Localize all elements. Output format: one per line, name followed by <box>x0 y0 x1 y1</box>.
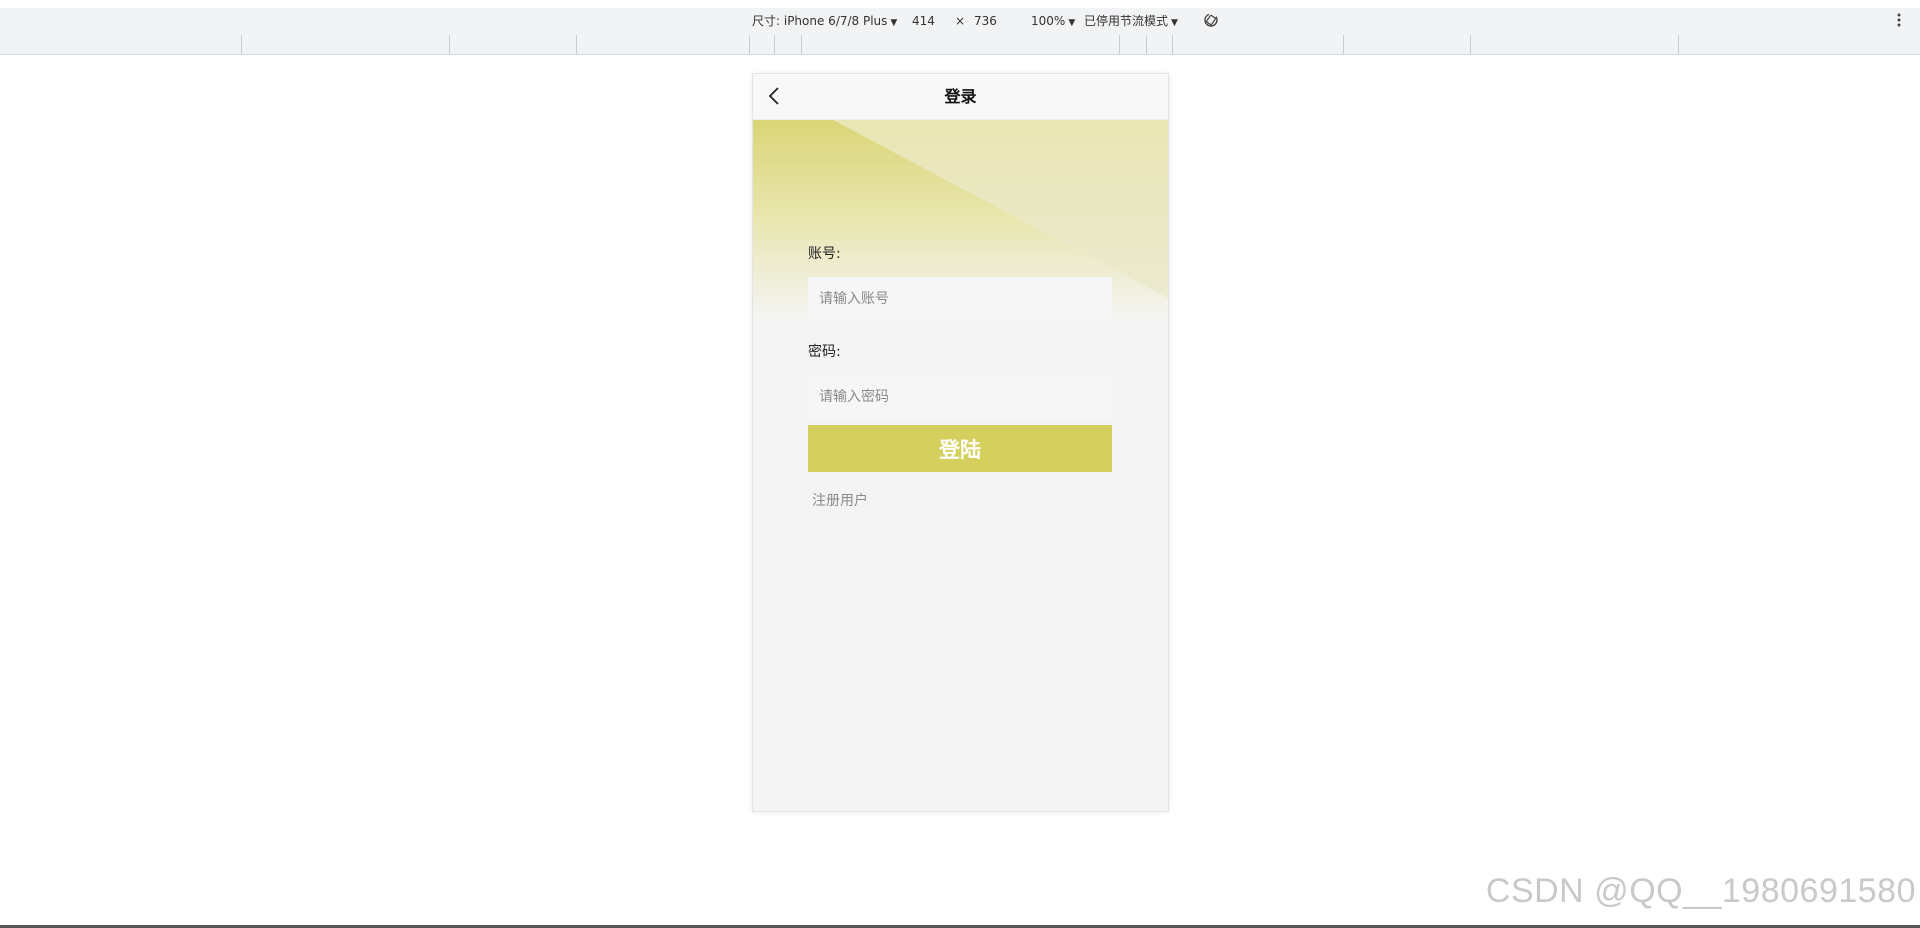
throttle-select[interactable]: 已停用节流模式 ▼ <box>1084 13 1178 31</box>
device-label: 尺寸: iPhone 6/7/8 Plus <box>752 14 888 28</box>
more-vertical-icon[interactable] <box>1896 11 1902 33</box>
caret-down-icon: ▼ <box>1068 18 1076 28</box>
times-sign: × <box>955 14 966 28</box>
zoom-select[interactable]: 100% ▼ <box>1031 13 1075 31</box>
account-input[interactable] <box>808 277 1112 321</box>
register-link[interactable]: 注册用户 <box>812 490 868 510</box>
password-label: 密码: <box>808 344 841 360</box>
chevron-left-icon[interactable] <box>765 84 785 108</box>
ruler-tick <box>576 35 577 54</box>
device-viewport: 登录 账号: 密码: 登陆 注册用户 <box>752 73 1169 812</box>
ruler-tick <box>1119 35 1120 54</box>
ruler-tick <box>774 35 775 54</box>
ruler-tick <box>749 35 750 54</box>
ruler-tick <box>801 35 802 54</box>
ruler-tick <box>1343 35 1344 54</box>
zoom-label: 100% <box>1031 14 1066 28</box>
login-button[interactable]: 登陆 <box>808 425 1112 472</box>
ruler-tick <box>1146 35 1147 54</box>
ruler-tick <box>1470 35 1471 54</box>
media-query-ruler[interactable] <box>0 35 1920 55</box>
height-input[interactable]: 736 <box>974 13 997 29</box>
nav-bar: 登录 <box>753 74 1168 120</box>
rotate-icon[interactable] <box>1202 11 1220 33</box>
ruler-tick <box>449 35 450 54</box>
watermark: CSDN @QQ__1980691580 <box>1485 872 1916 910</box>
width-input[interactable]: 414 <box>912 13 935 29</box>
device-toolbar: 尺寸: iPhone 6/7/8 Plus ▼ 414 × 736 100% ▼ 已… <box>0 8 1920 36</box>
password-input[interactable] <box>808 375 1112 419</box>
account-label: 账号: <box>808 246 841 262</box>
caret-down-icon: ▼ <box>1171 18 1178 28</box>
throttle-label: 已停用节流模式 <box>1084 14 1169 28</box>
ruler-tick <box>1678 35 1679 54</box>
caret-down-icon: ▼ <box>890 18 898 28</box>
device-select[interactable]: 尺寸: iPhone 6/7/8 Plus ▼ <box>752 13 897 31</box>
ruler-tick <box>1172 35 1173 54</box>
page-title: 登录 <box>944 87 977 106</box>
ruler-tick <box>241 35 242 54</box>
